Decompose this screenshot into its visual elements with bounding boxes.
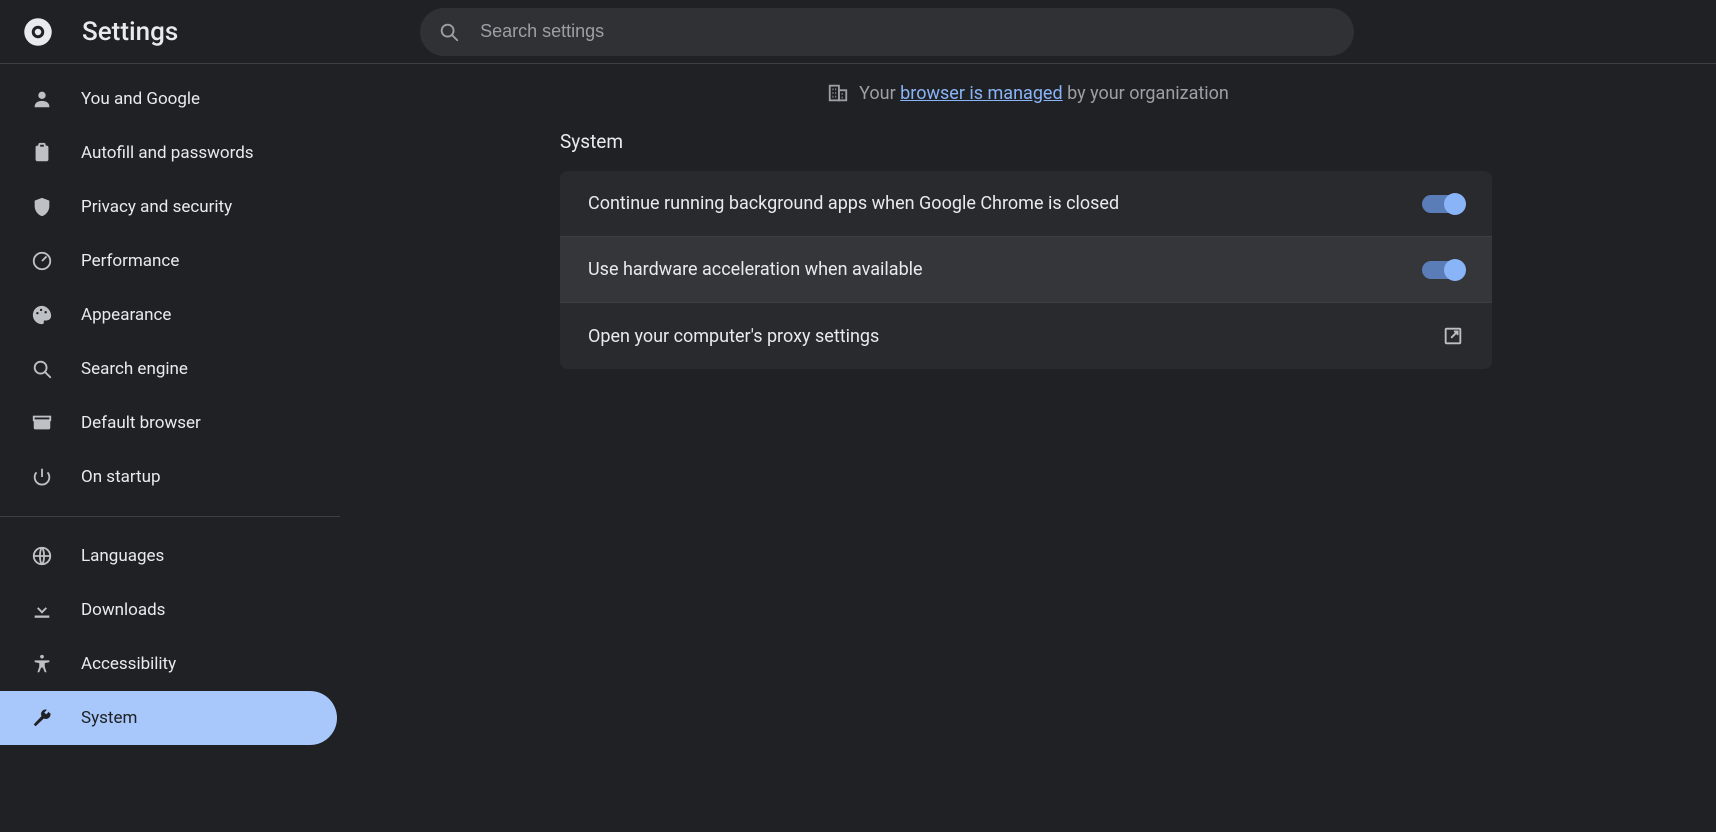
row-label: Open your computer's proxy settings — [588, 326, 879, 347]
power-icon — [31, 466, 53, 488]
row-label: Use hardware acceleration when available — [588, 259, 923, 280]
row-background-apps: Continue running background apps when Go… — [560, 171, 1492, 237]
accessibility-icon — [31, 653, 53, 675]
sidebar-item-label: System — [81, 708, 137, 728]
row-hardware-acceleration: Use hardware acceleration when available — [560, 237, 1492, 303]
sidebar-item-system[interactable]: System — [0, 691, 337, 745]
sidebar-item-label: Performance — [81, 251, 179, 271]
sidebar-item-privacy[interactable]: Privacy and security — [0, 180, 340, 234]
search-icon — [438, 21, 460, 43]
browser-icon — [31, 412, 53, 434]
sidebar-item-autofill[interactable]: Autofill and passwords — [0, 126, 340, 180]
sidebar-item-you-and-google[interactable]: You and Google — [0, 72, 340, 126]
sidebar-item-accessibility[interactable]: Accessibility — [0, 637, 340, 691]
settings-card: Continue running background apps when Go… — [560, 171, 1492, 369]
sidebar-item-label: Search engine — [81, 359, 188, 379]
search-icon — [31, 358, 53, 380]
globe-icon — [31, 545, 53, 567]
building-icon — [827, 82, 849, 104]
managed-text: Your browser is managed by your organiza… — [859, 83, 1229, 104]
chrome-logo-icon — [22, 16, 54, 48]
shield-icon — [31, 196, 53, 218]
sidebar-item-default-browser[interactable]: Default browser — [0, 396, 340, 450]
page-title: Settings — [82, 17, 178, 47]
sidebar-item-performance[interactable]: Performance — [0, 234, 340, 288]
sidebar-item-label: Default browser — [81, 413, 201, 433]
divider — [0, 516, 340, 517]
sidebar-item-appearance[interactable]: Appearance — [0, 288, 340, 342]
sidebar-item-search-engine[interactable]: Search engine — [0, 342, 340, 396]
speed-icon — [31, 250, 53, 272]
sidebar-item-label: Privacy and security — [81, 197, 232, 217]
person-icon — [31, 88, 53, 110]
wrench-icon — [31, 707, 53, 729]
main: Your browser is managed by your organiza… — [340, 64, 1716, 832]
external-link-icon — [1442, 325, 1464, 347]
managed-link[interactable]: browser is managed — [900, 83, 1062, 104]
search-input[interactable] — [480, 21, 1336, 42]
sidebar-item-label: Autofill and passwords — [81, 143, 254, 163]
download-icon — [31, 599, 53, 621]
sidebar-item-label: Languages — [81, 546, 164, 566]
sidebar-item-languages[interactable]: Languages — [0, 529, 340, 583]
sidebar-item-downloads[interactable]: Downloads — [0, 583, 340, 637]
section-title: System — [560, 130, 1716, 153]
row-label: Continue running background apps when Go… — [588, 193, 1119, 214]
toggle-background-apps[interactable] — [1422, 195, 1464, 213]
sidebar: You and Google Autofill and passwords Pr… — [0, 64, 340, 832]
row-proxy-settings[interactable]: Open your computer's proxy settings — [560, 303, 1492, 369]
toggle-hardware-acceleration[interactable] — [1422, 261, 1464, 279]
sidebar-item-label: On startup — [81, 467, 161, 487]
managed-banner: Your browser is managed by your organiza… — [340, 82, 1716, 104]
search-container — [420, 8, 1354, 56]
sidebar-item-label: Downloads — [81, 600, 165, 620]
clipboard-icon — [31, 142, 53, 164]
search-box[interactable] — [420, 8, 1354, 56]
header: Settings — [0, 0, 1716, 64]
sidebar-item-on-startup[interactable]: On startup — [0, 450, 340, 504]
sidebar-item-label: Accessibility — [81, 654, 176, 674]
sidebar-item-label: Appearance — [81, 305, 171, 325]
palette-icon — [31, 304, 53, 326]
sidebar-item-label: You and Google — [81, 89, 200, 109]
